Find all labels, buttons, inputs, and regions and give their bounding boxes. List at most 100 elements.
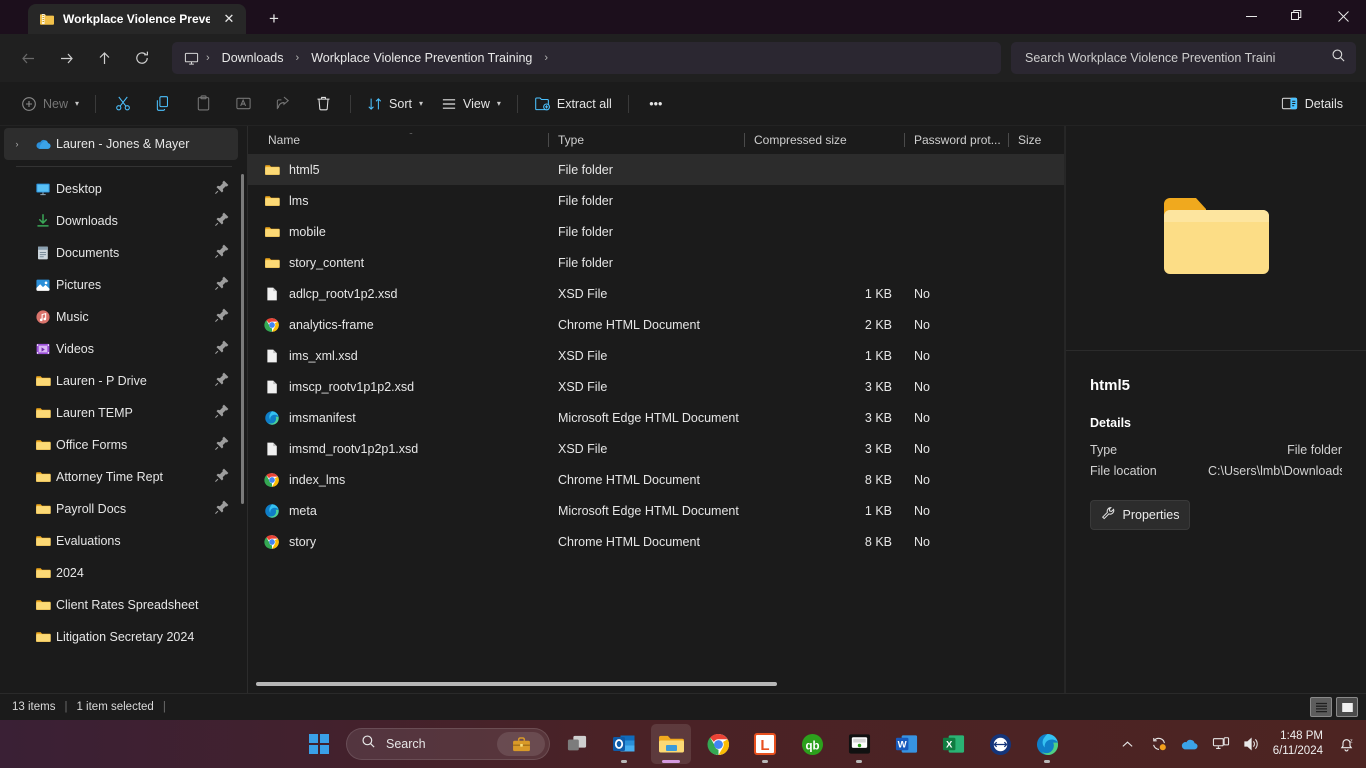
file-name-cell[interactable]: analytics-frame	[258, 317, 548, 333]
file-name-cell[interactable]: imsmanifest	[258, 410, 548, 426]
file-name-cell[interactable]: meta	[258, 503, 548, 519]
pin-icon[interactable]	[214, 499, 232, 520]
network-icon[interactable]	[1207, 728, 1235, 760]
new-button[interactable]: New ▾	[12, 88, 88, 120]
column-header-password-prot[interactable]: Password prot...	[904, 133, 1008, 147]
pin-icon[interactable]	[214, 211, 232, 232]
large-icons-view-button[interactable]	[1336, 697, 1358, 717]
tray-chevron-up-icon[interactable]	[1114, 728, 1142, 760]
up-button[interactable]	[86, 42, 122, 74]
taskbar-app-task-view[interactable]	[557, 724, 597, 764]
table-row[interactable]: adlcp_rootv1p2.xsdXSD File1 KBNo	[248, 278, 1065, 309]
table-row[interactable]: analytics-frameChrome HTML Document2 KBN…	[248, 309, 1065, 340]
table-row[interactable]: ims_xml.xsdXSD File1 KBNo	[248, 340, 1065, 371]
breadcrumb-separator[interactable]: ›	[542, 52, 550, 64]
taskbar-app-file-explorer[interactable]	[651, 724, 691, 764]
sidebar-item-office-forms[interactable]: Office Forms	[4, 429, 238, 461]
taskbar-app-chrome[interactable]	[698, 724, 738, 764]
taskbar-app-lexis[interactable]: L	[745, 724, 785, 764]
table-row[interactable]: imsmanifestMicrosoft Edge HTML Document3…	[248, 402, 1065, 433]
close-window-button[interactable]	[1320, 0, 1366, 32]
sidebar-item-onedrive-account[interactable]: › Lauren - Jones & Mayer	[4, 128, 238, 160]
sidebar-item-2024[interactable]: 2024	[4, 557, 238, 589]
taskbar-app-quickbooks[interactable]: qb	[792, 724, 832, 764]
sidebar-item-litigation-secretary-2024[interactable]: Litigation Secretary 2024	[4, 621, 238, 653]
file-name-cell[interactable]: mobile	[258, 224, 548, 240]
table-row[interactable]: mobileFile folder	[248, 216, 1065, 247]
forward-button[interactable]	[48, 42, 84, 74]
sidebar-item-lauren-temp[interactable]: Lauren TEMP	[4, 397, 238, 429]
pin-icon[interactable]	[214, 339, 232, 360]
this-pc-icon[interactable]	[180, 51, 202, 66]
sync-icon[interactable]	[1145, 728, 1173, 760]
address-bar-breadcrumb[interactable]: › Downloads › Workplace Violence Prevent…	[172, 42, 1001, 74]
details-view-button[interactable]	[1310, 697, 1332, 717]
properties-button[interactable]: Properties	[1090, 500, 1190, 530]
sidebar-item-payroll-docs[interactable]: Payroll Docs	[4, 493, 238, 525]
sidebar-item-evaluations[interactable]: Evaluations	[4, 525, 238, 557]
start-button[interactable]	[299, 724, 339, 764]
cut-button[interactable]	[103, 88, 143, 120]
sidebar-item-videos[interactable]: Videos	[4, 333, 238, 365]
sidebar-item-downloads[interactable]: Downloads	[4, 205, 238, 237]
view-button[interactable]: View ▾	[432, 88, 510, 120]
refresh-button[interactable]	[124, 42, 160, 74]
file-name-cell[interactable]: ims_xml.xsd	[258, 348, 548, 364]
table-row[interactable]: index_lmsChrome HTML Document8 KBNo	[248, 464, 1065, 495]
table-row[interactable]: imscp_rootv1p1p2.xsdXSD File3 KBNo	[248, 371, 1065, 402]
file-name-cell[interactable]: index_lms	[258, 472, 548, 488]
restore-button[interactable]	[1274, 0, 1320, 32]
table-row[interactable]: metaMicrosoft Edge HTML Document1 KBNo	[248, 495, 1065, 526]
file-name-cell[interactable]: lms	[258, 193, 548, 209]
volume-icon[interactable]	[1238, 728, 1266, 760]
pin-icon[interactable]	[214, 467, 232, 488]
file-name-cell[interactable]: html5	[258, 162, 548, 178]
sidebar-item-client-rates-spreadsheet[interactable]: Client Rates Spreadsheet	[4, 589, 238, 621]
horizontal-scrollbar[interactable]	[256, 679, 1045, 689]
chevron-right-icon[interactable]: ›	[4, 139, 30, 149]
breadcrumb-current-folder[interactable]: Workplace Violence Prevention Training	[303, 47, 540, 69]
close-tab-button[interactable]: ✕	[218, 8, 240, 30]
file-name-cell[interactable]: adlcp_rootv1p2.xsd	[258, 286, 548, 302]
table-row[interactable]: html5File folder	[248, 154, 1065, 185]
taskbar-app-scanner[interactable]	[839, 724, 879, 764]
breadcrumb-downloads[interactable]: Downloads	[214, 47, 292, 69]
column-header-type[interactable]: Type	[548, 133, 744, 147]
column-header-name[interactable]: Nameⱏ	[258, 133, 548, 147]
column-header-compressed-size[interactable]: Compressed size	[744, 133, 904, 147]
taskbar-app-teamviewer[interactable]	[980, 724, 1020, 764]
pin-icon[interactable]	[214, 403, 232, 424]
sidebar-item-lauren-p-drive[interactable]: Lauren - P Drive	[4, 365, 238, 397]
pin-icon[interactable]	[214, 275, 232, 296]
back-button[interactable]	[10, 42, 46, 74]
pin-icon[interactable]	[214, 179, 232, 200]
sidebar-item-pictures[interactable]: Pictures	[4, 269, 238, 301]
pin-icon[interactable]	[214, 371, 232, 392]
pin-icon[interactable]	[214, 307, 232, 328]
horizontal-scrollbar-thumb[interactable]	[256, 682, 777, 686]
column-header-size[interactable]: Size	[1008, 133, 1068, 147]
file-name-cell[interactable]: story_content	[258, 255, 548, 271]
copy-button[interactable]	[143, 88, 183, 120]
table-row[interactable]: lmsFile folder	[248, 185, 1065, 216]
file-name-cell[interactable]: story	[258, 534, 548, 550]
table-row[interactable]: imsmd_rootv1p2p1.xsdXSD File3 KBNo	[248, 433, 1065, 464]
sidebar-scrollbar[interactable]	[241, 174, 244, 504]
taskbar-app-edge[interactable]	[1027, 724, 1067, 764]
sidebar-item-documents[interactable]: Documents	[4, 237, 238, 269]
new-tab-button[interactable]: +	[260, 5, 288, 33]
table-row[interactable]: story_contentFile folder	[248, 247, 1065, 278]
search-input[interactable]: Search Workplace Violence Prevention Tra…	[1011, 42, 1356, 74]
taskbar-search-box[interactable]: Search	[346, 728, 550, 760]
file-name-cell[interactable]: imsmd_rootv1p2p1.xsd	[258, 441, 548, 457]
minimize-button[interactable]	[1228, 0, 1274, 32]
extract-all-button[interactable]: Extract all	[525, 88, 621, 120]
briefcase-icon[interactable]	[497, 732, 545, 756]
file-name-cell[interactable]: imscp_rootv1p1p2.xsd	[258, 379, 548, 395]
taskbar-app-outlook[interactable]	[604, 724, 644, 764]
more-options-button[interactable]: •••	[636, 88, 676, 120]
sort-button[interactable]: Sort ▾	[358, 88, 432, 120]
share-button[interactable]	[263, 88, 303, 120]
sidebar-item-attorney-time-rept[interactable]: Attorney Time Rept	[4, 461, 238, 493]
browser-tab[interactable]: Workplace Violence Preventio ✕	[28, 4, 246, 34]
